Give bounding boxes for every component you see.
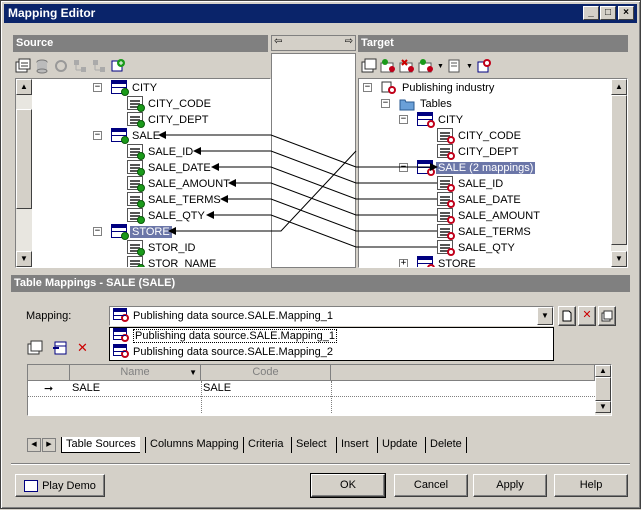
new-mapping-button[interactable] bbox=[558, 306, 576, 326]
grid-header-name[interactable]: Name ▼ bbox=[70, 365, 201, 381]
row-pointer-icon: ➞ bbox=[44, 383, 54, 395]
chevron-down-icon[interactable]: ▼ bbox=[189, 365, 197, 380]
cell-name[interactable]: SALE bbox=[72, 382, 100, 394]
tab-delete[interactable]: Delete bbox=[425, 437, 467, 453]
grid-toolbar: ✕ bbox=[27, 337, 88, 359]
tab-insert[interactable]: Insert bbox=[336, 437, 373, 453]
mapping-select[interactable]: Publishing data source.SALE.Mapping_1 ▼ bbox=[109, 306, 554, 326]
mapping-label: Mapping: bbox=[26, 310, 72, 322]
mapping-icon bbox=[113, 344, 129, 360]
mapping-select-value: Publishing data source.SALE.Mapping_1 bbox=[133, 310, 333, 322]
help-button[interactable]: Help bbox=[554, 474, 628, 497]
scroll-thumb[interactable] bbox=[595, 377, 611, 401]
dropdown-option[interactable]: Publishing data source.SALE.Mapping_2 bbox=[110, 344, 553, 360]
dropdown-option-label: Publishing data source.SALE.Mapping_1 bbox=[133, 329, 337, 343]
play-demo-label: Play Demo bbox=[42, 479, 96, 492]
link-store[interactable] bbox=[168, 150, 357, 235]
cancel-button[interactable]: Cancel bbox=[394, 474, 468, 497]
tab-update[interactable]: Update bbox=[377, 437, 421, 453]
scroll-up-button[interactable]: ▲ bbox=[595, 365, 611, 377]
mapping-dropdown-list: Publishing data source.SALE.Mapping_1 Pu… bbox=[109, 327, 554, 361]
apply-button[interactable]: Apply bbox=[473, 474, 547, 497]
mapping-icon bbox=[113, 308, 129, 324]
tab-select[interactable]: Select bbox=[291, 437, 331, 453]
tab-table-sources[interactable]: Table Sources bbox=[61, 437, 140, 453]
grid-corner bbox=[28, 365, 70, 381]
grid-header-code-label: Code bbox=[252, 366, 279, 378]
mapping-links bbox=[158, 131, 438, 248]
add-rows-icon[interactable] bbox=[52, 340, 68, 356]
col-divider bbox=[331, 381, 332, 413]
table-sources-grid[interactable]: Name ▼ Code ➞ SALE SALE ▲ ▼ bbox=[27, 364, 612, 416]
dropdown-option-label: Publishing data source.SALE.Mapping_2 bbox=[133, 346, 333, 358]
grid-header-empty bbox=[331, 365, 595, 381]
tab-columns-mapping[interactable]: Columns Mapping bbox=[145, 437, 243, 453]
mapping-icon bbox=[113, 328, 129, 344]
demo-icon bbox=[24, 479, 39, 492]
play-demo-button[interactable]: Play Demo bbox=[15, 474, 105, 497]
scroll-down-button[interactable]: ▼ bbox=[595, 401, 611, 413]
mapping-properties-button[interactable] bbox=[598, 306, 616, 326]
table-row[interactable]: ➞ SALE SALE bbox=[28, 381, 595, 413]
tab-scroll-left[interactable]: ◀ bbox=[27, 438, 41, 452]
mapping-dropdown-button[interactable]: ▼ bbox=[537, 307, 553, 325]
ok-button[interactable]: OK bbox=[310, 473, 386, 498]
grid-header-name-label: Name bbox=[120, 366, 150, 378]
cell-code[interactable]: SALE bbox=[203, 382, 231, 394]
properties-icon[interactable] bbox=[27, 340, 43, 356]
delete-icon[interactable]: ✕ bbox=[77, 340, 88, 356]
grid-scrollbar[interactable]: ▲ ▼ bbox=[595, 365, 611, 415]
dropdown-option[interactable]: Publishing data source.SALE.Mapping_1 bbox=[110, 328, 553, 344]
footer-separator bbox=[11, 463, 630, 465]
col-divider bbox=[201, 381, 202, 413]
tab-criteria[interactable]: Criteria bbox=[243, 437, 287, 453]
grid-header-code[interactable]: Code bbox=[201, 365, 331, 381]
mapping-editor-window: Mapping Editor _ □ × Source ▲ ▼ − CITY C… bbox=[0, 0, 641, 509]
table-mappings-title: Table Mappings - SALE (SALE) bbox=[14, 277, 176, 289]
tab-scroll-right[interactable]: ▶ bbox=[42, 438, 56, 452]
delete-mapping-button[interactable]: ✕ bbox=[578, 306, 596, 326]
tab-bar: ◀ ▶ Table Sources Columns Mapping Criter… bbox=[27, 437, 612, 453]
table-mappings-header: Table Mappings - SALE (SALE) bbox=[11, 275, 630, 292]
